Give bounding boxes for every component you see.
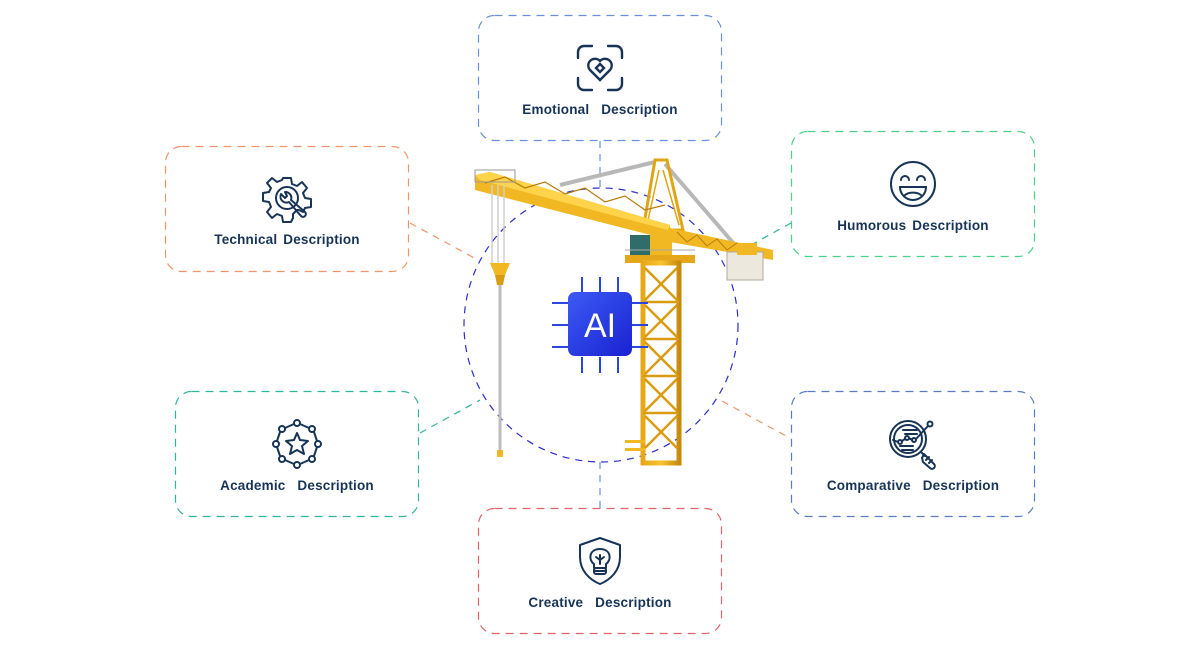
card-label: Emotional Description [522,101,678,117]
card-label: Comparative Description [826,477,1000,493]
ai-chip-icon: AI [552,277,648,373]
card-label: Humorous Description [837,217,989,233]
laughing-face-icon [890,160,936,207]
card-label: Creative Description [528,594,672,610]
card-comparative-description[interactable]: Comparative Description [790,390,1036,518]
ai-chip-label: AI [584,307,616,345]
card-label: Academic Description [220,477,374,493]
magnifier-chart-icon [889,419,936,470]
hub-graphic: AI [463,158,773,466]
card-academic-description[interactable]: Academic Description [174,390,420,518]
gear-wrench-icon [262,176,312,223]
shield-bulb-icon [579,536,621,585]
card-humorous-description[interactable]: Humorous Description [790,130,1036,258]
card-creative-description[interactable]: Creative Description [477,507,723,635]
card-emotional-description[interactable]: Emotional Description [477,14,723,142]
card-technical-description[interactable]: Technical Description [164,145,410,273]
star-network-icon [272,418,322,469]
center-hub: AI [455,150,785,470]
card-label: Technical Description [214,231,360,247]
heart-scan-icon [576,44,624,91]
